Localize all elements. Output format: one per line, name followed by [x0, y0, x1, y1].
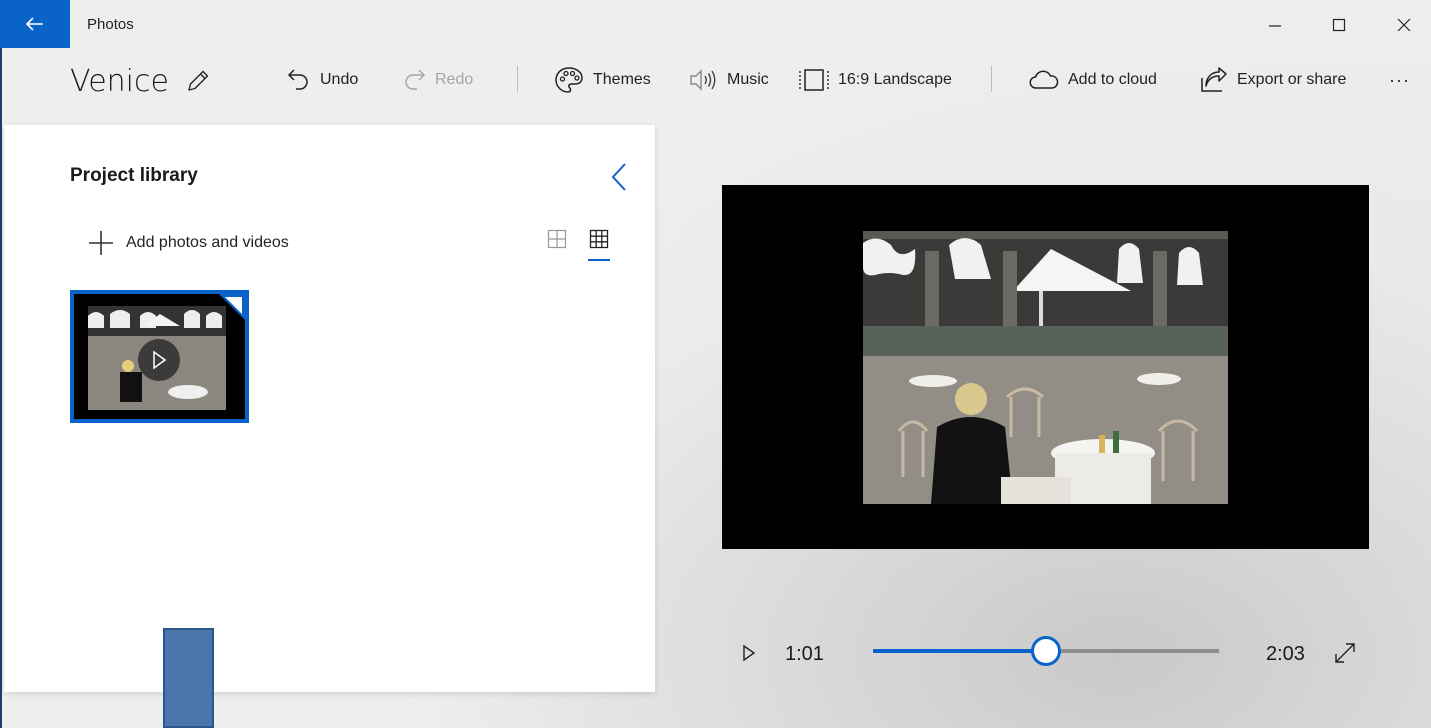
maximize-button[interactable]: [1319, 8, 1359, 42]
window-edge: [0, 48, 2, 728]
toolbar-separator: [517, 66, 518, 92]
undo-button[interactable]: Undo: [286, 64, 358, 96]
title-bar: Photos: [0, 0, 1431, 48]
close-button[interactable]: [1384, 8, 1424, 42]
fullscreen-button[interactable]: [1332, 640, 1358, 666]
undo-label: Undo: [320, 71, 359, 88]
redo-button[interactable]: Redo: [401, 64, 473, 96]
music-label: Music: [727, 71, 769, 88]
share-icon: [1197, 66, 1229, 94]
large-grid-icon: [547, 229, 567, 261]
seek-bar[interactable]: [873, 636, 1219, 666]
rename-project-button[interactable]: [183, 66, 213, 96]
current-time: 1:01: [785, 643, 824, 665]
music-button[interactable]: Music: [689, 64, 769, 96]
undo-icon: [286, 67, 312, 93]
palette-icon: [553, 65, 585, 95]
add-photos-videos-label: Add photos and videos: [126, 234, 289, 251]
video-frame-image: [863, 231, 1228, 504]
expand-icon: [1332, 640, 1358, 666]
toolbar-separator: [991, 66, 992, 92]
drag-handle[interactable]: [163, 628, 214, 728]
redo-label: Redo: [435, 71, 474, 88]
total-time: 2:03: [1266, 643, 1305, 665]
media-thumbnail[interactable]: [70, 290, 249, 423]
themes-label: Themes: [593, 71, 651, 88]
minimize-icon: [1268, 18, 1282, 32]
redo-icon: [401, 67, 427, 93]
plus-icon: [88, 230, 114, 256]
cloud-icon: [1028, 68, 1060, 92]
selection-corner-check: [225, 297, 242, 314]
project-name: Venice: [70, 64, 169, 99]
more-options-label: ···: [1389, 69, 1410, 90]
chevron-left-icon: [608, 161, 632, 193]
project-library-title: Project library: [70, 165, 198, 186]
arrow-left-icon: [26, 17, 44, 31]
aspect-ratio-icon: [798, 67, 830, 93]
minimize-button[interactable]: [1255, 8, 1295, 42]
aspect-ratio-button[interactable]: 16:9 Landscape: [798, 64, 952, 96]
add-to-cloud-label: Add to cloud: [1068, 71, 1157, 88]
back-button[interactable]: [0, 0, 70, 48]
play-button[interactable]: [737, 640, 761, 666]
close-icon: [1397, 18, 1411, 32]
small-grid-view-button[interactable]: [587, 229, 611, 261]
export-share-button[interactable]: Export or share: [1197, 64, 1346, 96]
maximize-icon: [1332, 18, 1346, 32]
more-options-button[interactable]: ···: [1389, 64, 1410, 96]
small-grid-icon: [589, 229, 609, 261]
themes-button[interactable]: Themes: [553, 64, 651, 96]
add-photos-videos-button[interactable]: Add photos and videos: [88, 230, 289, 256]
seek-bar-thumb[interactable]: [1031, 636, 1061, 666]
video-preview[interactable]: [722, 185, 1369, 549]
speaker-icon: [689, 67, 719, 93]
seek-bar-progress: [873, 649, 1046, 653]
app-title: Photos: [87, 16, 134, 33]
play-icon: [138, 339, 180, 381]
export-share-label: Export or share: [1237, 71, 1347, 88]
collapse-library-button[interactable]: [608, 161, 632, 193]
aspect-ratio-label: 16:9 Landscape: [838, 71, 952, 88]
project-library-panel: Project library Add photos and videos: [4, 125, 655, 692]
play-icon: [741, 644, 757, 662]
add-to-cloud-button[interactable]: Add to cloud: [1028, 64, 1157, 96]
large-grid-view-button[interactable]: [545, 229, 569, 261]
pencil-icon: [183, 66, 213, 96]
